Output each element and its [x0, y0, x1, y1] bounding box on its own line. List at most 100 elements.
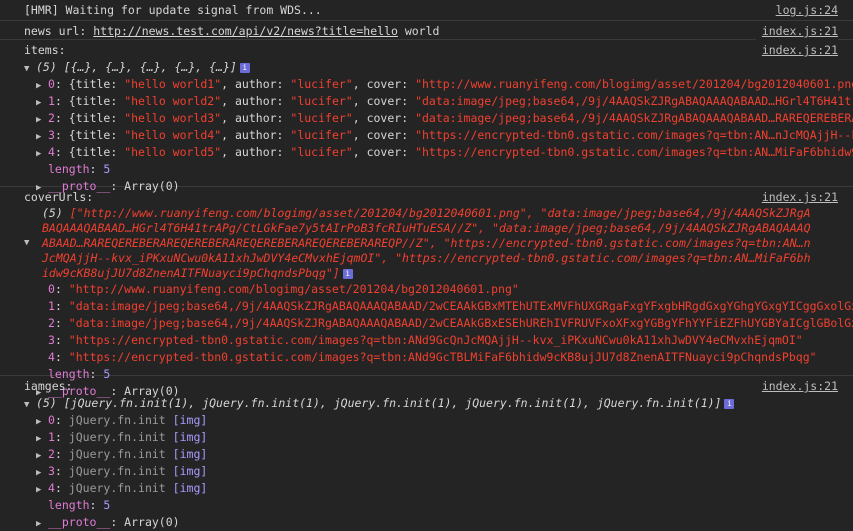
proto-label: __proto__: [48, 515, 111, 529]
row-author: "lucifer": [290, 77, 353, 91]
source-link-log[interactable]: log.js:24: [769, 2, 838, 19]
items-summary: [{…}, {…}, {…}, {…}, {…}]: [63, 60, 237, 74]
news-url-tail: world: [397, 24, 440, 38]
row-value: "https://encrypted-tbn0.gstatic.com/imag…: [68, 333, 803, 347]
collapsed-triangle-icon[interactable]: ▶: [36, 448, 48, 463]
row-author: "lucifer": [290, 111, 353, 125]
row-index: 3: [48, 128, 55, 142]
row-tag: [img]: [172, 464, 208, 478]
items-label: items:: [24, 43, 66, 57]
summary-line: (5) ["http://www.ruanyifeng.com/blogimg/…: [24, 206, 853, 221]
news-url-line: news url: http://news.test.com/api/v2/ne…: [24, 23, 853, 40]
row-index: 3: [48, 464, 55, 478]
news-url-link[interactable]: http://news.test.com/api/v2/news?title=h…: [93, 24, 398, 38]
length-label: length: [48, 162, 90, 176]
cover-url-row: 3: "https://encrypted-tbn0.gstatic.com/i…: [48, 333, 803, 347]
cover-urls-label: coverUrls:: [24, 190, 94, 204]
collapsed-triangle-icon[interactable]: ▶: [36, 112, 48, 127]
items-row[interactable]: ▶ 2: {title: "hello world3", author: "luc…: [24, 110, 853, 127]
cover-url-row: 1: "data:image/jpeg;base64,/9j/4AAQSkZJR…: [24, 298, 853, 315]
items-row[interactable]: ▶ 3: {title: "hello world4", author: "luc…: [24, 127, 853, 144]
row-index: 0: [48, 413, 55, 427]
iamges-row[interactable]: ▶ 3: jQuery.fn.init [img]: [24, 463, 853, 480]
row-tag: [img]: [172, 481, 208, 495]
row-cover: "https://encrypted-tbn0.gstatic.com/imag…: [415, 128, 853, 142]
items-array-header[interactable]: ▼ (5) [{…}, {…}, {…}, {…}, {…}] i: [24, 59, 853, 76]
iamges-row[interactable]: ▶ 0: jQuery.fn.init [img]: [24, 412, 853, 429]
items-rows: ▶ 0: {title: "hello world1", author: "luc…: [24, 76, 853, 161]
row-author: "lucifer": [290, 128, 353, 142]
row-index: 4: [48, 350, 55, 364]
console-message-items: items: index.js:21 ▼ (5) [{…}, {…}, {…}, …: [0, 40, 853, 193]
row-cover: "data:image/jpeg;base64,/9j/4AAQSkZJRgAB…: [415, 94, 853, 108]
collapsed-triangle-icon[interactable]: ▶: [36, 78, 48, 93]
row-value: "http://www.ruanyifeng.com/blogimg/asset…: [68, 282, 519, 296]
proto-value: Array(0): [124, 515, 180, 529]
info-icon[interactable]: i: [239, 62, 250, 73]
items-row[interactable]: ▶ 1: {title: "hello world2", author: "luc…: [24, 93, 853, 110]
iamges-array-header[interactable]: ▼ (5) [jQuery.fn.init(1), jQuery.fn.init(…: [24, 395, 853, 412]
source-link-items[interactable]: index.js:21: [755, 42, 838, 59]
collapsed-triangle-icon[interactable]: ▶: [36, 95, 48, 110]
row-index: 4: [48, 145, 55, 159]
collapsed-triangle-icon[interactable]: ▶: [36, 482, 48, 497]
console-message-cover-urls: coverUrls: index.js:21 ▼ (5) ["http://ww…: [0, 187, 853, 398]
expand-triangle-icon[interactable]: ▼: [24, 61, 36, 76]
row-tag: [img]: [172, 413, 208, 427]
row-name: jQuery.fn.init: [68, 481, 166, 495]
iamges-row[interactable]: ▶ 2: jQuery.fn.init [img]: [24, 446, 853, 463]
items-count: (5): [36, 60, 57, 74]
iamges-label: iamges:: [24, 379, 73, 393]
info-icon[interactable]: i: [724, 398, 735, 409]
summary-line-text: ["http://www.ruanyifeng.com/blogimg/asse…: [69, 206, 811, 220]
source-link-news-url[interactable]: index.js:21: [755, 23, 838, 40]
row-index: 1: [48, 94, 55, 108]
row-author: "lucifer": [290, 145, 353, 159]
info-icon[interactable]: i: [342, 268, 353, 279]
row-index: 2: [48, 111, 55, 125]
collapsed-triangle-icon[interactable]: ▶: [36, 129, 48, 144]
collapsed-triangle-icon[interactable]: ▶: [36, 414, 48, 429]
collapsed-triangle-icon[interactable]: ▶: [36, 146, 48, 161]
source-link-iamges[interactable]: index.js:21: [755, 378, 838, 395]
iamges-count: (5): [36, 396, 57, 410]
iamges-summary: [jQuery.fn.init(1), jQuery.fn.init(1), j…: [63, 396, 722, 410]
cover-url-row: 2: "data:image/jpeg;base64,/9j/4AAQSkZJR…: [24, 315, 853, 332]
collapsed-triangle-icon[interactable]: ▶: [36, 516, 48, 531]
news-url-label: news url:: [24, 24, 87, 38]
console-message-hmr: [HMR] Waiting for update signal from WDS…: [0, 0, 853, 21]
console-message-news-url: news url: http://news.test.com/api/v2/ne…: [0, 21, 853, 40]
row-name: jQuery.fn.init: [68, 464, 166, 478]
row-tag: [img]: [172, 430, 208, 444]
length-value: 5: [103, 162, 111, 176]
expand-triangle-icon[interactable]: ▼: [24, 238, 36, 248]
row-cover: "https://encrypted-tbn0.gstatic.com/imag…: [415, 145, 853, 159]
row-cover: "http://www.ruanyifeng.com/blogimg/asset…: [415, 77, 853, 91]
expand-triangle-icon[interactable]: ▼: [24, 397, 36, 412]
row-name: jQuery.fn.init: [68, 430, 166, 444]
row-author: "lucifer": [290, 94, 353, 108]
iamges-length: length: 5: [48, 498, 111, 512]
cover-url-row: 0: "http://www.ruanyifeng.com/blogimg/as…: [48, 282, 519, 296]
row-tag: [img]: [172, 447, 208, 461]
summary-line-text: idw9cKB8ujJU7d8ZnenAITFNuayci9pChqndsPbq…: [42, 266, 340, 280]
summary-line: BAQAAAQABAAD…HGrl4T6H41trAPg/CtLGkFae7y5…: [42, 221, 811, 235]
items-row[interactable]: ▶ 4: {title: "hello world5", author: "luc…: [24, 144, 853, 161]
source-link-cover-urls[interactable]: index.js:21: [755, 189, 838, 206]
items-row[interactable]: ▶ 0: {title: "hello world1", author: "luc…: [24, 76, 853, 93]
row-cover: "data:image/jpeg;base64,/9j/4AAQSkZJRgAB…: [415, 111, 853, 125]
iamges-proto[interactable]: ▶ __proto__: Array(0): [24, 514, 853, 531]
row-title: "hello world3": [124, 111, 222, 125]
summary-line: JcMQAjjH--kvx_iPKxuNCwu0kA11xhJwDVY4eCMv…: [42, 251, 811, 265]
iamges-row[interactable]: ▶ 4: jQuery.fn.init [img]: [24, 480, 853, 497]
collapsed-triangle-icon[interactable]: ▶: [36, 465, 48, 480]
console-message-iamges: iamges: index.js:21 ▼ (5) [jQuery.fn.init…: [0, 376, 853, 529]
cover-urls-summary[interactable]: ▼ (5) ["http://www.ruanyifeng.com/blogim…: [24, 206, 853, 281]
items-length: length: 5: [48, 162, 111, 176]
row-index: 2: [48, 316, 55, 330]
row-index: 1: [48, 299, 55, 313]
collapsed-triangle-icon[interactable]: ▶: [36, 431, 48, 446]
row-value: "data:image/jpeg;base64,/9j/4AAQSkZJRgAB…: [68, 299, 853, 313]
iamges-row[interactable]: ▶ 1: jQuery.fn.init [img]: [24, 429, 853, 446]
row-index: 0: [48, 77, 55, 91]
